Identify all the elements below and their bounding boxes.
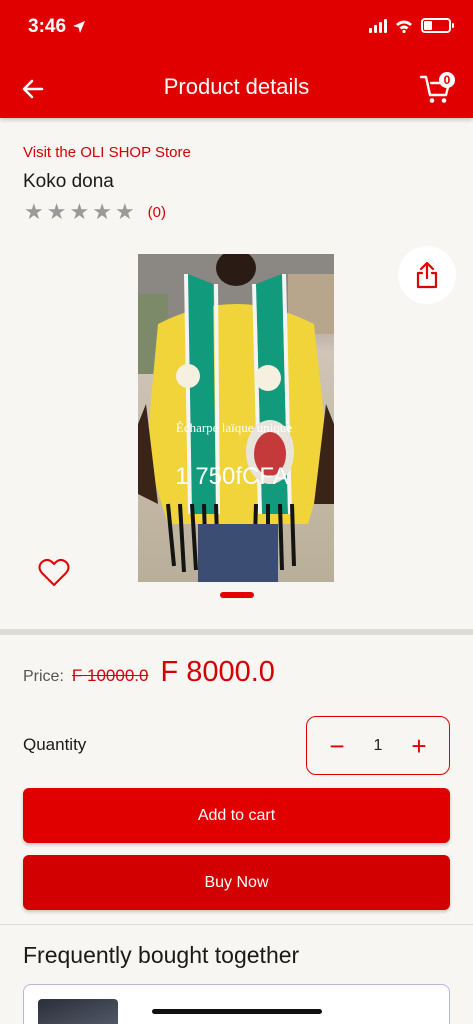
share-icon bbox=[416, 261, 438, 289]
rating: ★ ★ ★ ★ ★ (0) bbox=[24, 201, 166, 223]
original-price: F 10000.0 bbox=[71, 666, 149, 685]
increase-quantity-button[interactable]: + bbox=[407, 733, 431, 759]
signal-icon bbox=[369, 18, 387, 33]
section-divider bbox=[0, 629, 473, 635]
image-carousel-indicator bbox=[220, 592, 254, 598]
cart-count-badge: 0 bbox=[439, 72, 455, 88]
cart-button[interactable]: 0 bbox=[419, 70, 455, 106]
share-button[interactable] bbox=[398, 246, 456, 304]
product-name: Koko dona bbox=[23, 171, 114, 192]
sale-price: F 8000.0 bbox=[160, 656, 275, 688]
product-image[interactable]: Écharpe laïque unique 1 750fCFA bbox=[138, 254, 334, 582]
star-icon: ★ bbox=[69, 199, 90, 224]
image-overlay-price: 1 750fCFA bbox=[175, 463, 288, 490]
add-to-cart-button[interactable]: Add to cart bbox=[23, 788, 450, 843]
star-icon: ★ bbox=[92, 199, 112, 224]
quantity-value: 1 bbox=[373, 736, 383, 754]
heart-icon bbox=[38, 558, 70, 586]
app-header: 3:46 Product details 0 bbox=[0, 0, 473, 118]
product-photo: Écharpe laïque unique 1 750fCFA bbox=[138, 254, 334, 582]
review-count[interactable]: (0) bbox=[148, 204, 166, 221]
location-arrow-icon bbox=[73, 21, 86, 33]
decrease-quantity-button[interactable]: − bbox=[325, 733, 349, 759]
quantity-stepper: − 1 + bbox=[306, 716, 450, 775]
favorite-button[interactable] bbox=[38, 558, 70, 588]
price-row: Price: F 10000.0 F 8000.0 bbox=[23, 656, 275, 689]
store-link[interactable]: Visit the OLI SHOP Store bbox=[23, 144, 191, 161]
battery-icon bbox=[421, 18, 454, 33]
page-title: Product details bbox=[163, 74, 310, 99]
status-time: 3:46 bbox=[28, 16, 86, 38]
section-divider bbox=[0, 924, 473, 925]
status-time-text: 3:46 bbox=[28, 16, 67, 37]
wifi-icon bbox=[396, 20, 412, 33]
related-product-card[interactable] bbox=[23, 984, 450, 1024]
star-icon: ★ bbox=[46, 199, 67, 224]
product-details-screen: 3:46 Product details 0 Visit the OLI SHO… bbox=[0, 0, 473, 1024]
related-product-thumbnail bbox=[38, 999, 118, 1024]
buy-now-button[interactable]: Buy Now bbox=[23, 855, 450, 910]
star-icon: ★ bbox=[24, 199, 44, 224]
related-product-title-placeholder bbox=[152, 1009, 322, 1014]
price-label: Price: bbox=[23, 668, 64, 685]
quantity-label: Quantity bbox=[23, 735, 87, 754]
status-icons bbox=[369, 18, 454, 33]
image-overlay-text: Écharpe laïque unique bbox=[176, 420, 292, 435]
frequently-bought-title: Frequently bought together bbox=[23, 942, 300, 968]
star-icon: ★ bbox=[114, 199, 135, 224]
